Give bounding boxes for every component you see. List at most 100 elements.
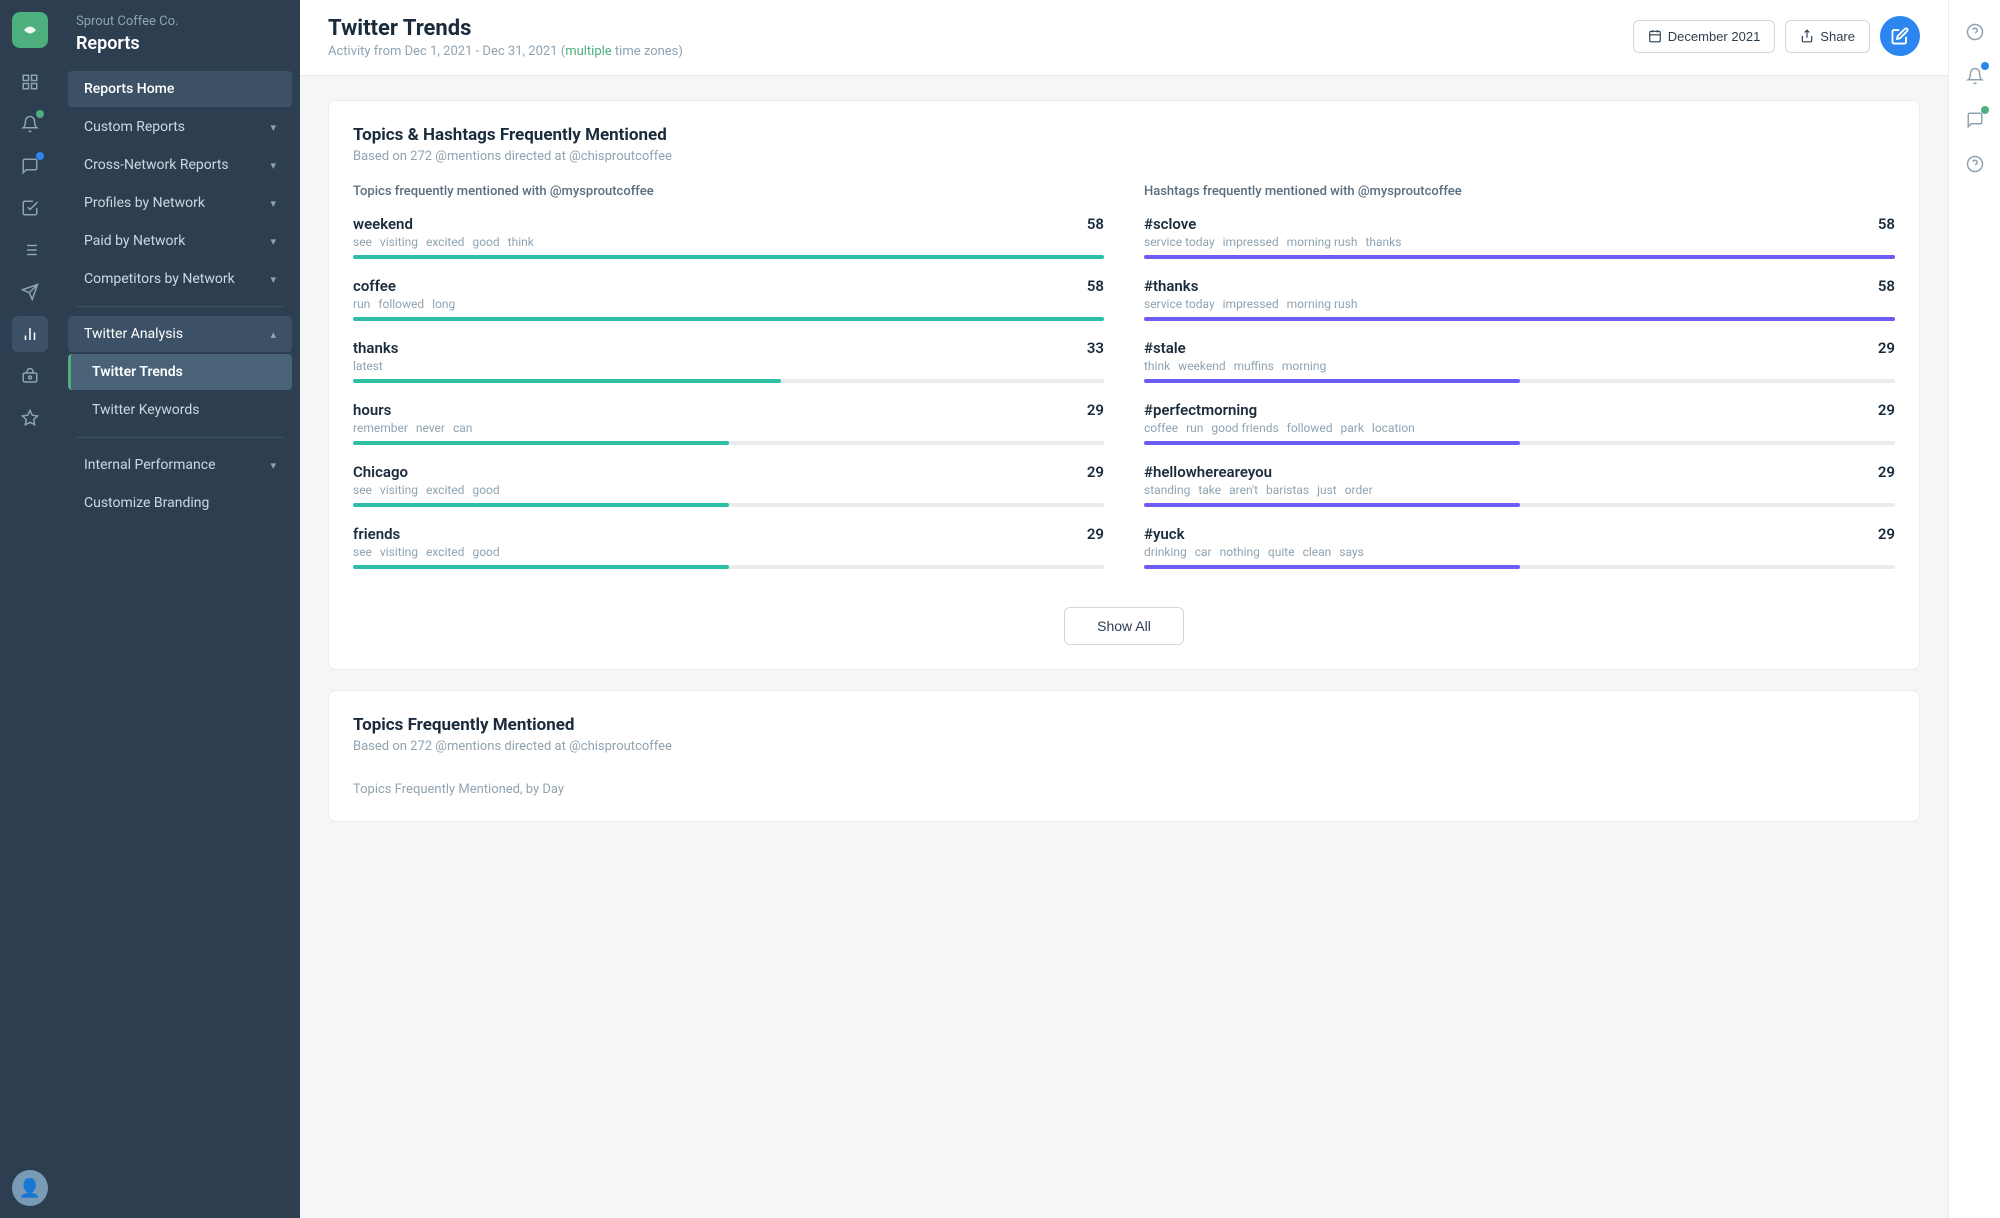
sidebar-label-twitter-keywords: Twitter Keywords [92, 402, 200, 418]
hashtag-name: #yuck [1144, 525, 1185, 543]
hashtag-name: #perfectmorning [1144, 401, 1257, 419]
rail-bottom: 👤 [12, 1170, 48, 1206]
edit-icon [1891, 27, 1909, 45]
hashtag-tags: standingtakearen'tbaristasjustorder [1144, 483, 1895, 497]
nav-reports-icon[interactable] [12, 316, 48, 352]
sidebar-item-twitter-trends[interactable]: Twitter Trends [68, 354, 292, 390]
nav-messages-icon[interactable] [12, 148, 48, 184]
topics-hashtags-card: Topics & Hashtags Frequently Mentioned B… [328, 100, 1920, 670]
topic-tags: runfollowedlong [353, 297, 1104, 311]
multiple-timezones-link[interactable]: multiple [565, 44, 612, 59]
nav-notifications-icon[interactable] [12, 106, 48, 142]
sidebar-item-cross-network[interactable]: Cross-Network Reports ▾ [68, 147, 292, 183]
hashtag-count: 29 [1878, 463, 1895, 481]
chat-right-icon[interactable] [1957, 102, 1993, 138]
topic-tags: seevisitingexcitedgood [353, 483, 1104, 497]
topic-row-coffee: coffee 58 runfollowedlong [353, 277, 1104, 321]
hashtag-name: #hellowhereareyou [1144, 463, 1272, 481]
sidebar-label-twitter-trends: Twitter Trends [92, 364, 183, 380]
chevron-icon: ▾ [270, 273, 276, 286]
sidebar-label-paid-by-network: Paid by Network [84, 233, 185, 249]
logo[interactable] [12, 12, 48, 48]
topic-row-chicago: Chicago 29 seevisitingexcitedgood [353, 463, 1104, 507]
progress-bar [353, 441, 1104, 445]
nav-publish-icon[interactable] [12, 274, 48, 310]
show-all-wrap: Show All [353, 607, 1895, 645]
progress-fill [1144, 503, 1520, 507]
card1-title: Topics & Hashtags Frequently Mentioned [353, 125, 1895, 145]
hashtag-row-yuck: #yuck 29 drinkingcarnothingquitecleansay… [1144, 525, 1895, 569]
topic-name: thanks [353, 339, 398, 357]
date-picker-button[interactable]: December 2021 [1633, 20, 1776, 53]
progress-fill [353, 317, 1104, 321]
content-scroll: Topics & Hashtags Frequently Mentioned B… [300, 76, 1948, 1218]
question-right-icon[interactable] [1957, 146, 1993, 182]
progress-bar [1144, 503, 1895, 507]
nav-tasks-icon[interactable] [12, 190, 48, 226]
topic-count: 58 [1087, 277, 1104, 295]
topic-row-friends: friends 29 seevisitingexcitedgood [353, 525, 1104, 569]
topic-name: hours [353, 401, 391, 419]
progress-bar [1144, 255, 1895, 259]
sidebar-item-reports-home[interactable]: Reports Home [68, 71, 292, 107]
show-all-button[interactable]: Show All [1064, 607, 1184, 645]
share-icon [1800, 29, 1814, 43]
progress-fill [353, 379, 781, 383]
nav-compose-icon[interactable] [12, 64, 48, 100]
sidebar-label-profiles-by-network: Profiles by Network [84, 195, 205, 211]
top-header: Twitter Trends Activity from Dec 1, 2021… [300, 0, 1948, 76]
user-avatar[interactable]: 👤 [12, 1170, 48, 1206]
sidebar-app-title: Reports [60, 33, 300, 70]
notification-badge [36, 110, 44, 118]
hashtag-tags: thinkweekendmuffinsmorning [1144, 359, 1895, 373]
topic-tags: latest [353, 359, 1104, 373]
hashtag-row-stale: #stale 29 thinkweekendmuffinsmorning [1144, 339, 1895, 383]
hashtag-row-perfectmorning: #perfectmorning 29 coffeerungood friends… [1144, 401, 1895, 445]
progress-fill [353, 565, 729, 569]
topic-name: Chicago [353, 463, 408, 481]
help-icon[interactable] [1957, 14, 1993, 50]
chevron-icon: ▾ [270, 159, 276, 172]
progress-fill [353, 255, 1104, 259]
card2-title: Topics Frequently Mentioned [353, 715, 1895, 735]
nav-bot-icon[interactable] [12, 358, 48, 394]
topic-tags: seevisitingexcitedgoodthink [353, 235, 1104, 249]
two-col-layout: Topics frequently mentioned with @myspro… [353, 184, 1895, 587]
progress-fill [353, 441, 729, 445]
chevron-icon: ▾ [270, 121, 276, 134]
progress-bar [1144, 379, 1895, 383]
sidebar-item-competitors-by-network[interactable]: Competitors by Network ▾ [68, 261, 292, 297]
sidebar-divider-2 [76, 437, 284, 438]
progress-bar [1144, 441, 1895, 445]
hashtags-column: Hashtags frequently mentioned with @mysp… [1144, 184, 1895, 587]
topic-row-weekend: weekend 58 seevisitingexcitedgoodthink [353, 215, 1104, 259]
progress-fill [1144, 565, 1520, 569]
compose-fab-button[interactable] [1880, 16, 1920, 56]
sidebar-item-custom-reports[interactable]: Custom Reports ▾ [68, 109, 292, 145]
chevron-icon: ▾ [270, 459, 276, 472]
progress-bar [353, 503, 1104, 507]
chevron-icon: ▾ [270, 197, 276, 210]
sidebar-item-profiles-by-network[interactable]: Profiles by Network ▾ [68, 185, 292, 221]
sidebar-item-customize-branding[interactable]: Customize Branding [68, 485, 292, 521]
topics-column: Topics frequently mentioned with @myspro… [353, 184, 1104, 587]
nav-lists-icon[interactable] [12, 232, 48, 268]
topic-count: 29 [1087, 525, 1104, 543]
topic-name: coffee [353, 277, 396, 295]
notifications-right-icon[interactable] [1957, 58, 1993, 94]
share-button[interactable]: Share [1785, 20, 1870, 53]
chart-label: Topics Frequently Mentioned, by Day [353, 774, 1895, 797]
sidebar-item-internal-performance[interactable]: Internal Performance ▾ [68, 447, 292, 483]
hashtags-column-header: Hashtags frequently mentioned with @mysp… [1144, 184, 1895, 199]
topic-tags: seevisitingexcitedgood [353, 545, 1104, 559]
sidebar: Sprout Coffee Co. Reports Reports Home C… [60, 0, 300, 1218]
sidebar-item-paid-by-network[interactable]: Paid by Network ▾ [68, 223, 292, 259]
topics-column-header: Topics frequently mentioned with @myspro… [353, 184, 1104, 199]
hashtag-name: #stale [1144, 339, 1186, 357]
nav-star-icon[interactable] [12, 400, 48, 436]
progress-fill [1144, 317, 1895, 321]
sidebar-item-twitter-analysis[interactable]: Twitter Analysis ▴ [68, 316, 292, 352]
sidebar-item-twitter-keywords[interactable]: Twitter Keywords [68, 392, 292, 428]
progress-bar [353, 379, 1104, 383]
header-actions: December 2021 Share [1633, 16, 1920, 56]
